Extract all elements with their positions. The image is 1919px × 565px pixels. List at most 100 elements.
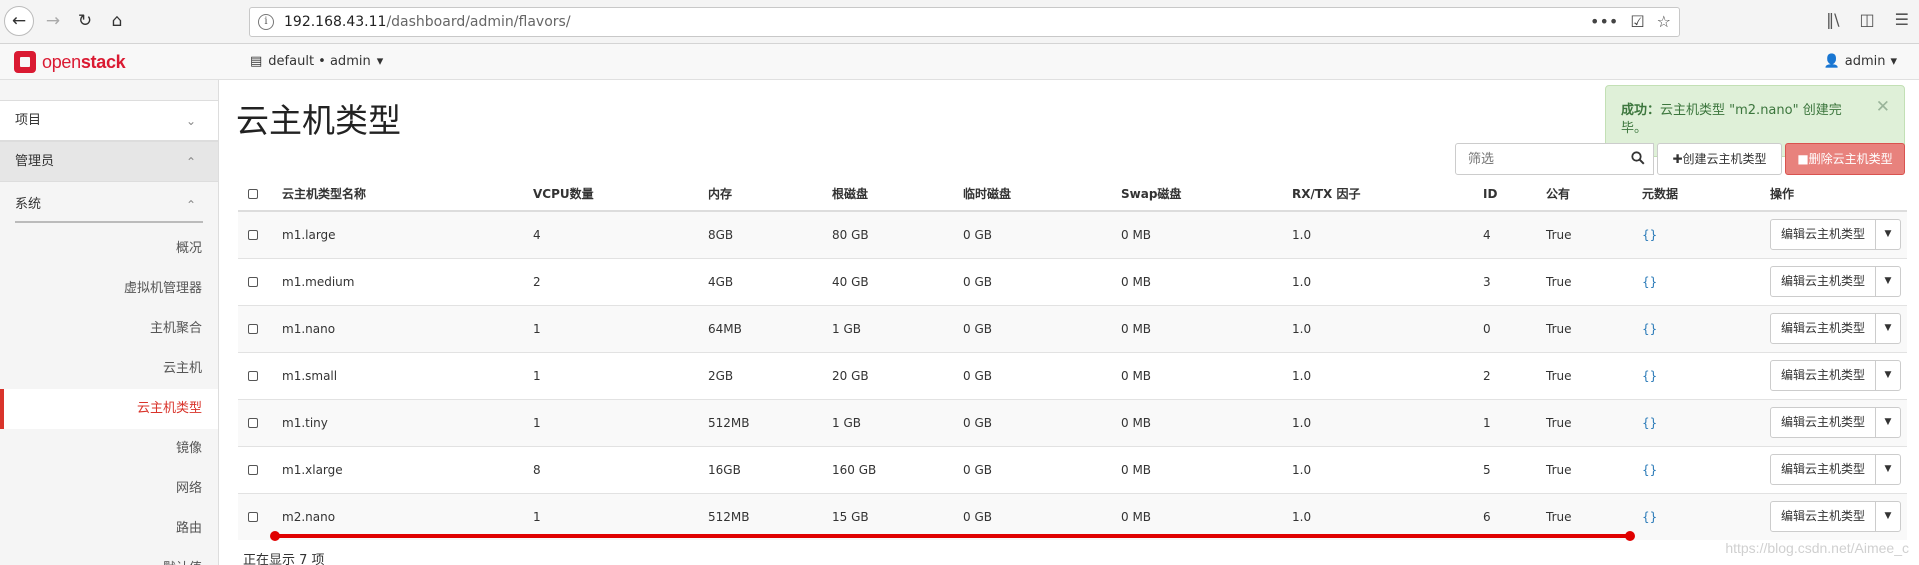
cell-ram: 8GB (708, 210, 832, 258)
metadata-link[interactable]: {} (1642, 416, 1657, 430)
reload-icon[interactable]: ↻ (72, 8, 98, 34)
close-icon[interactable]: ✕ (1876, 98, 1890, 116)
sidebar-item-instances[interactable]: 云主机 (0, 349, 218, 389)
metadata-link[interactable]: {} (1642, 228, 1657, 242)
delete-flavors-button[interactable]: ■删除云主机类型 (1785, 143, 1905, 175)
edit-flavor-button[interactable]: 编辑云主机类型 (1771, 361, 1877, 390)
cell-public: True (1546, 304, 1642, 352)
column-header-rxtx[interactable]: RX/TX 因子 (1292, 177, 1483, 212)
sidebar-section-admin[interactable]: 管理员 ⌃ (0, 141, 218, 182)
sidebar-item-overview[interactable]: 概况 (0, 229, 218, 269)
pocket-icon[interactable]: ☑ (1630, 12, 1644, 31)
row-checkbox[interactable] (248, 371, 258, 381)
filter-input[interactable] (1456, 144, 1606, 174)
select-all-checkbox[interactable] (248, 189, 258, 199)
metadata-link[interactable]: {} (1642, 322, 1657, 336)
search-icon[interactable] (1631, 151, 1645, 165)
project-switcher[interactable]: ▤ default • admin ▾ (250, 54, 383, 69)
user-icon: 👤 (1823, 54, 1840, 69)
url-text[interactable]: 192.168.43.11/dashboard/admin/flavors/ (284, 14, 571, 30)
column-header-public[interactable]: 公有 (1546, 177, 1642, 212)
sidebar-item-images[interactable]: 镜像 (0, 429, 218, 469)
cell-swap: 0 MB (1121, 257, 1292, 305)
sidebar-item-host-aggregates[interactable]: 主机聚合 (0, 309, 218, 349)
sidebar-item-defaults[interactable]: 默认值 (0, 549, 218, 565)
cell-name[interactable]: m2.nano (282, 492, 533, 540)
metadata-link[interactable]: {} (1642, 275, 1657, 289)
cell-name[interactable]: m1.nano (282, 304, 533, 352)
column-header-swap-disk[interactable]: Swap磁盘 (1121, 177, 1292, 212)
cell-name[interactable]: m1.tiny (282, 398, 533, 446)
user-menu[interactable]: 👤 admin ▾ (1824, 54, 1897, 69)
column-header-vcpu[interactable]: VCPU数量 (533, 177, 708, 212)
toast-title: 成功： (1621, 103, 1661, 118)
edit-flavor-button[interactable]: 编辑云主机类型 (1771, 267, 1877, 296)
sidebar-subsection-system[interactable]: 系统 ⌃ (0, 182, 218, 229)
edit-flavor-button[interactable]: 编辑云主机类型 (1771, 408, 1877, 437)
home-icon[interactable]: ⌂ (104, 8, 130, 34)
cell-rxtx: 1.0 (1292, 492, 1483, 540)
caret-down-icon[interactable]: ▼ (1876, 314, 1900, 343)
row-checkbox[interactable] (248, 324, 258, 334)
openstack-logo[interactable]: openstack (14, 51, 126, 73)
menu-icon[interactable]: ☰ (1895, 10, 1909, 29)
back-icon[interactable]: ← (4, 6, 34, 36)
cell-name[interactable]: m1.small (282, 351, 533, 399)
row-checkbox[interactable] (248, 512, 258, 523)
row-checkbox[interactable] (248, 230, 258, 241)
column-header-ram[interactable]: 内存 (708, 177, 832, 212)
cell-name[interactable]: m1.large (282, 210, 533, 258)
cell-rxtx: 1.0 (1292, 445, 1483, 493)
cell-vcpu: 1 (533, 492, 708, 540)
edit-flavor-button[interactable]: 编辑云主机类型 (1771, 220, 1877, 250)
row-actions: 编辑云主机类型 ▼ (1770, 454, 1902, 485)
column-header-root-disk[interactable]: 根磁盘 (832, 177, 963, 212)
row-checkbox[interactable] (248, 277, 258, 287)
cell-ram: 512MB (708, 492, 832, 540)
address-bar[interactable]: i 192.168.43.11/dashboard/admin/flavors/… (249, 7, 1680, 37)
metadata-link[interactable]: {} (1642, 510, 1657, 524)
column-header-metadata: 元数据 (1642, 177, 1770, 212)
sidebar-toggle-icon[interactable]: ◫ (1860, 10, 1875, 29)
row-checkbox[interactable] (248, 418, 258, 428)
row-actions: 编辑云主机类型 ▼ (1770, 266, 1902, 297)
cell-swap: 0 MB (1121, 304, 1292, 352)
bookmark-star-icon[interactable]: ☆ (1657, 12, 1671, 31)
annotation-underline (274, 534, 1631, 538)
column-header-name[interactable]: 云主机类型名称 (282, 177, 533, 212)
chevron-down-icon: ⌄ (185, 114, 196, 128)
column-header-id[interactable]: ID (1483, 177, 1546, 212)
caret-down-icon[interactable]: ▼ (1876, 408, 1900, 437)
sidebar-item-routers[interactable]: 路由 (0, 509, 218, 549)
sidebar-item-networks[interactable]: 网络 (0, 469, 218, 509)
table-header-row: 云主机类型名称 VCPU数量 内存 根磁盘 临时磁盘 Swap磁盘 RX/TX … (238, 177, 1907, 212)
edit-flavor-button[interactable]: 编辑云主机类型 (1771, 502, 1877, 532)
row-checkbox[interactable] (248, 465, 258, 475)
sidebar-item-hypervisors[interactable]: 虚拟机管理器 (0, 269, 218, 309)
metadata-link[interactable]: {} (1642, 463, 1657, 477)
sidebar-section-project[interactable]: 项目 ⌄ (0, 100, 218, 141)
row-actions: 编辑云主机类型 ▼ (1770, 360, 1902, 391)
create-flavor-button[interactable]: ✚创建云主机类型 (1657, 143, 1782, 175)
cell-id: 0 (1483, 304, 1546, 352)
caret-down-icon[interactable]: ▼ (1876, 361, 1900, 390)
caret-down-icon[interactable]: ▼ (1876, 267, 1900, 296)
chevron-up-icon: ⌃ (185, 155, 196, 169)
caret-down-icon[interactable]: ▼ (1876, 220, 1900, 249)
forward-icon[interactable]: → (40, 8, 66, 34)
sidebar-section-label: 项目 (15, 113, 42, 128)
sidebar-item-flavors[interactable]: 云主机类型 (0, 389, 218, 429)
cell-vcpu: 4 (533, 210, 708, 258)
column-header-ephemeral-disk[interactable]: 临时磁盘 (963, 177, 1121, 212)
cell-name[interactable]: m1.medium (282, 257, 533, 305)
info-icon[interactable]: i (258, 14, 274, 30)
caret-down-icon[interactable]: ▼ (1876, 502, 1900, 531)
cell-name[interactable]: m1.xlarge (282, 445, 533, 493)
library-icon[interactable]: ‖\ (1826, 10, 1839, 29)
caret-down-icon[interactable]: ▼ (1876, 455, 1900, 484)
metadata-link[interactable]: {} (1642, 369, 1657, 383)
edit-flavor-button[interactable]: 编辑云主机类型 (1771, 314, 1877, 343)
filter-field[interactable] (1455, 143, 1654, 175)
page-actions-icon[interactable]: ••• (1590, 12, 1618, 31)
edit-flavor-button[interactable]: 编辑云主机类型 (1771, 455, 1877, 484)
